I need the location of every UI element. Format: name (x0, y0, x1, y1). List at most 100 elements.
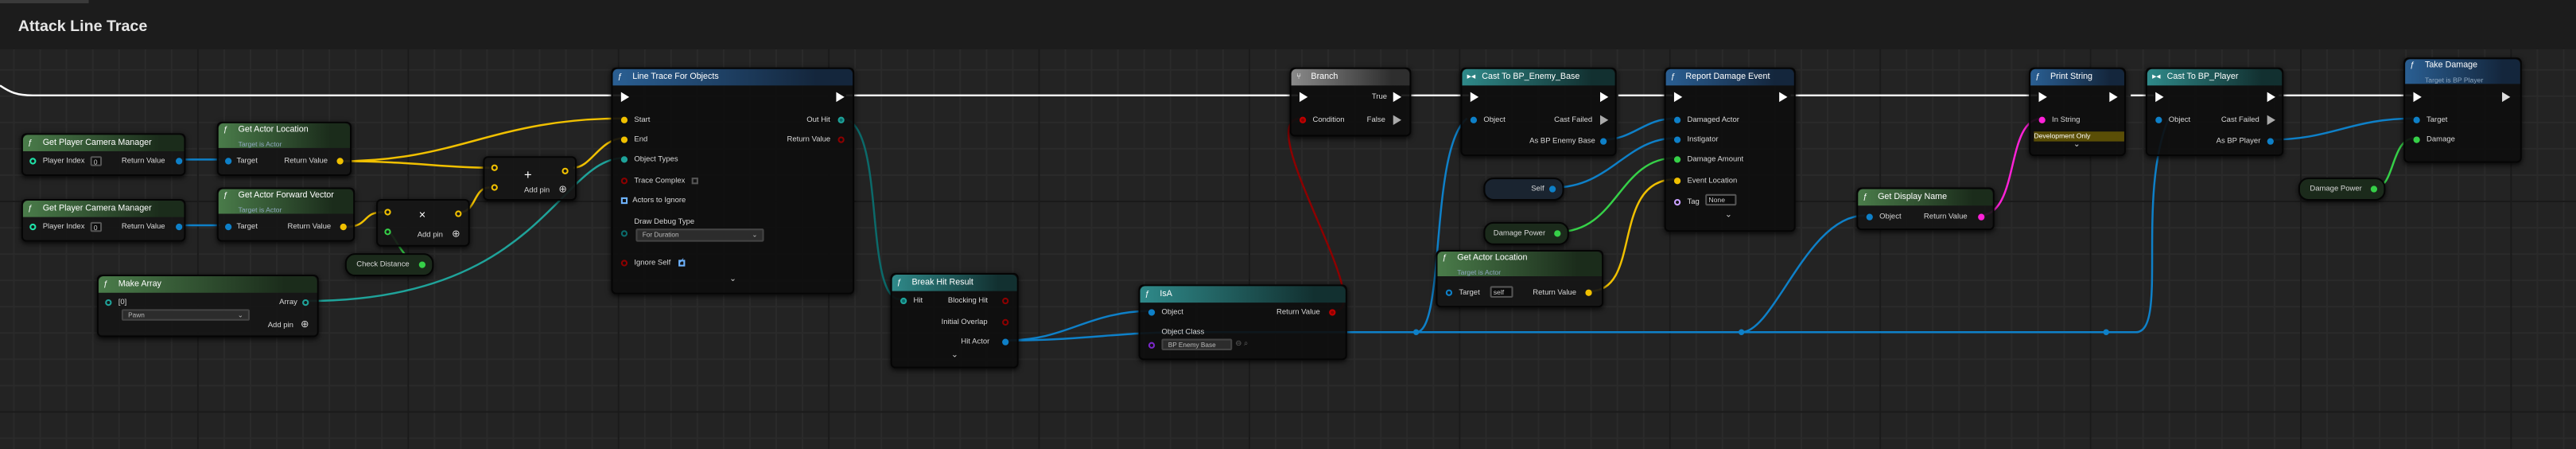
exec-false-pin[interactable] (1393, 115, 1402, 125)
pin-in-string[interactable] (2038, 116, 2046, 123)
pin-end[interactable] (620, 136, 628, 143)
pin-target[interactable] (225, 158, 232, 165)
pin-return-value[interactable] (837, 136, 845, 143)
exec-out-pin[interactable] (1779, 92, 1788, 103)
pin-actors-to-ignore[interactable] (620, 197, 628, 205)
pin-value[interactable] (1554, 230, 1561, 237)
pin-target[interactable] (1445, 289, 1453, 296)
pin-as-bp-enemy-base[interactable] (1599, 138, 1607, 145)
node-is-a[interactable]: ƒ IsA Object Return Value Object Class BP… (1138, 284, 1347, 361)
pin-hit[interactable] (900, 297, 907, 305)
pin-player-index[interactable] (29, 223, 37, 231)
player-index-field[interactable]: 0 (90, 156, 103, 166)
trace-complex-checkbox[interactable] (691, 178, 698, 185)
pin-array[interactable] (302, 299, 309, 306)
pin-instigator[interactable] (1673, 136, 1681, 143)
pin-return-value[interactable] (176, 158, 183, 165)
expand-chevron-icon[interactable]: ⌄ (2073, 140, 2081, 150)
pin-blocking-hit[interactable] (1002, 297, 1009, 305)
exec-out-pin[interactable] (1599, 92, 1609, 103)
node-get-player-camera-manager-1[interactable]: ƒ Get Player Camera Manager Player Index … (21, 133, 186, 177)
pin-return-value[interactable] (561, 167, 569, 174)
player-index-field[interactable]: 0 (90, 221, 103, 232)
pin-object[interactable] (1866, 213, 1873, 221)
node-branch[interactable]: ⑂ Branch Condition True False (1289, 67, 1412, 137)
exec-in-pin[interactable] (2038, 92, 2047, 103)
node-make-array[interactable]: ƒ Make Array [0] Pawn ⌄ Array Add pin ⊕ (96, 274, 319, 338)
pin-index-0[interactable] (105, 299, 112, 306)
exec-in-pin[interactable] (2155, 92, 2164, 103)
pin-condition[interactable] (1299, 116, 1307, 123)
exec-out-pin[interactable] (2267, 92, 2275, 103)
node-get-display-name[interactable]: ƒ Get Display Name Object Return Value (1856, 187, 1995, 231)
browse-icon[interactable]: ⊖ ⌕ (1235, 339, 1248, 349)
pin-value[interactable] (418, 261, 426, 268)
pin-value[interactable] (2370, 185, 2378, 193)
class-dropdown[interactable]: BP Enemy Base (1161, 338, 1233, 350)
target-self-field[interactable]: self (1490, 286, 1513, 298)
node-check-distance-variable[interactable]: Check Distance (344, 253, 434, 277)
node-get-actor-forward-vector[interactable]: ƒ Get Actor Forward Vector Target is Actor… (216, 187, 356, 242)
pin-b[interactable] (384, 228, 391, 236)
pin-hit-actor[interactable] (1002, 338, 1009, 346)
exec-true-pin[interactable] (1393, 92, 1402, 103)
node-vector-multiply[interactable]: × Add pin ⊕ (376, 198, 470, 247)
pin-object[interactable] (1470, 116, 1478, 123)
exec-out-pin[interactable] (2109, 92, 2118, 103)
add-pin-icon[interactable]: ⊕ (558, 184, 566, 195)
add-pin-icon[interactable]: ⊕ (301, 319, 309, 330)
exec-in-pin[interactable] (1299, 92, 1308, 103)
pin-object-class[interactable] (1148, 342, 1156, 349)
exec-in-pin[interactable] (620, 92, 630, 103)
node-cast-to-bp-enemy-base[interactable]: ▸◂ Cast To BP_Enemy_Base Object Cast Fail… (1460, 67, 1617, 157)
node-get-actor-location[interactable]: ƒ Get Actor Location Target is Actor Targe… (216, 121, 352, 177)
pin-return-value[interactable] (336, 158, 344, 165)
pin-b[interactable] (491, 184, 498, 191)
node-vector-add[interactable]: + Add pin ⊕ (483, 156, 577, 201)
exec-out-pin[interactable] (2502, 92, 2511, 103)
exec-in-pin[interactable] (1470, 92, 1479, 103)
exec-cast-failed-pin[interactable] (2267, 115, 2275, 125)
pin-target[interactable] (225, 223, 232, 231)
pin-return-value[interactable] (1978, 213, 1985, 221)
pin-player-index[interactable] (29, 158, 37, 165)
array-element-dropdown[interactable]: Pawn ⌄ (121, 309, 250, 321)
exec-cast-failed-pin[interactable] (1599, 115, 1609, 125)
pin-return-value[interactable] (1329, 309, 1336, 316)
expand-chevron-icon[interactable]: ⌄ (951, 350, 958, 360)
pin-return-value[interactable] (1585, 289, 1592, 296)
node-break-hit-result[interactable]: ƒ Break Hit Result Hit Blocking Hit Initi… (890, 272, 1019, 369)
pin-out-hit[interactable] (837, 116, 845, 123)
node-report-damage-event[interactable]: ƒ Report Damage Event Damaged Actor Insti… (1664, 67, 1796, 232)
pin-object[interactable] (1148, 309, 1156, 316)
pin-event-location[interactable] (1673, 178, 1681, 185)
node-get-player-camera-manager-2[interactable]: ƒ Get Player Camera Manager Player Index … (21, 198, 186, 242)
pin-damage-amount[interactable] (1673, 156, 1681, 163)
pin-return-value[interactable] (340, 223, 347, 231)
pin-start[interactable] (620, 116, 628, 123)
pin-trace-complex[interactable] (620, 178, 628, 185)
exec-in-pin[interactable] (2413, 92, 2422, 103)
pin-as-bp-player[interactable] (2267, 138, 2274, 145)
node-damage-power-variable[interactable]: Damage Power (1483, 221, 1569, 245)
expand-chevron-icon[interactable]: ⌄ (729, 275, 736, 284)
blueprint-graph-canvas[interactable]: Attack Line Trace ƒ Get Player Camera Ma… (0, 0, 2576, 449)
pin-a[interactable] (384, 209, 391, 216)
exec-in-pin[interactable] (1673, 92, 1683, 103)
draw-debug-dropdown[interactable]: For Duration ⌄ (635, 228, 764, 242)
pin-self[interactable] (1548, 185, 1556, 193)
pin-initial-overlap[interactable] (1002, 318, 1009, 326)
node-damage-power-variable-2[interactable]: Damage Power (2298, 178, 2386, 201)
tag-field[interactable]: None (1705, 193, 1737, 206)
pin-ignore-self[interactable] (620, 260, 628, 267)
pin-target[interactable] (2413, 116, 2420, 123)
node-line-trace-for-objects[interactable]: ƒ Line Trace For Objects Start End Object… (611, 67, 855, 295)
node-take-damage[interactable]: ƒ Take Damage Target is BP Player Target D… (2403, 57, 2522, 163)
add-pin-icon[interactable]: ⊕ (452, 228, 460, 240)
pin-damaged-actor[interactable] (1673, 116, 1681, 123)
node-cast-to-bp-player[interactable]: ▸◂ Cast To BP_Player Object Cast Failed A… (2145, 67, 2284, 157)
pin-a[interactable] (491, 164, 498, 171)
pin-tag[interactable] (1673, 198, 1681, 206)
exec-out-pin[interactable] (836, 92, 845, 103)
pin-damage[interactable] (2413, 136, 2420, 143)
